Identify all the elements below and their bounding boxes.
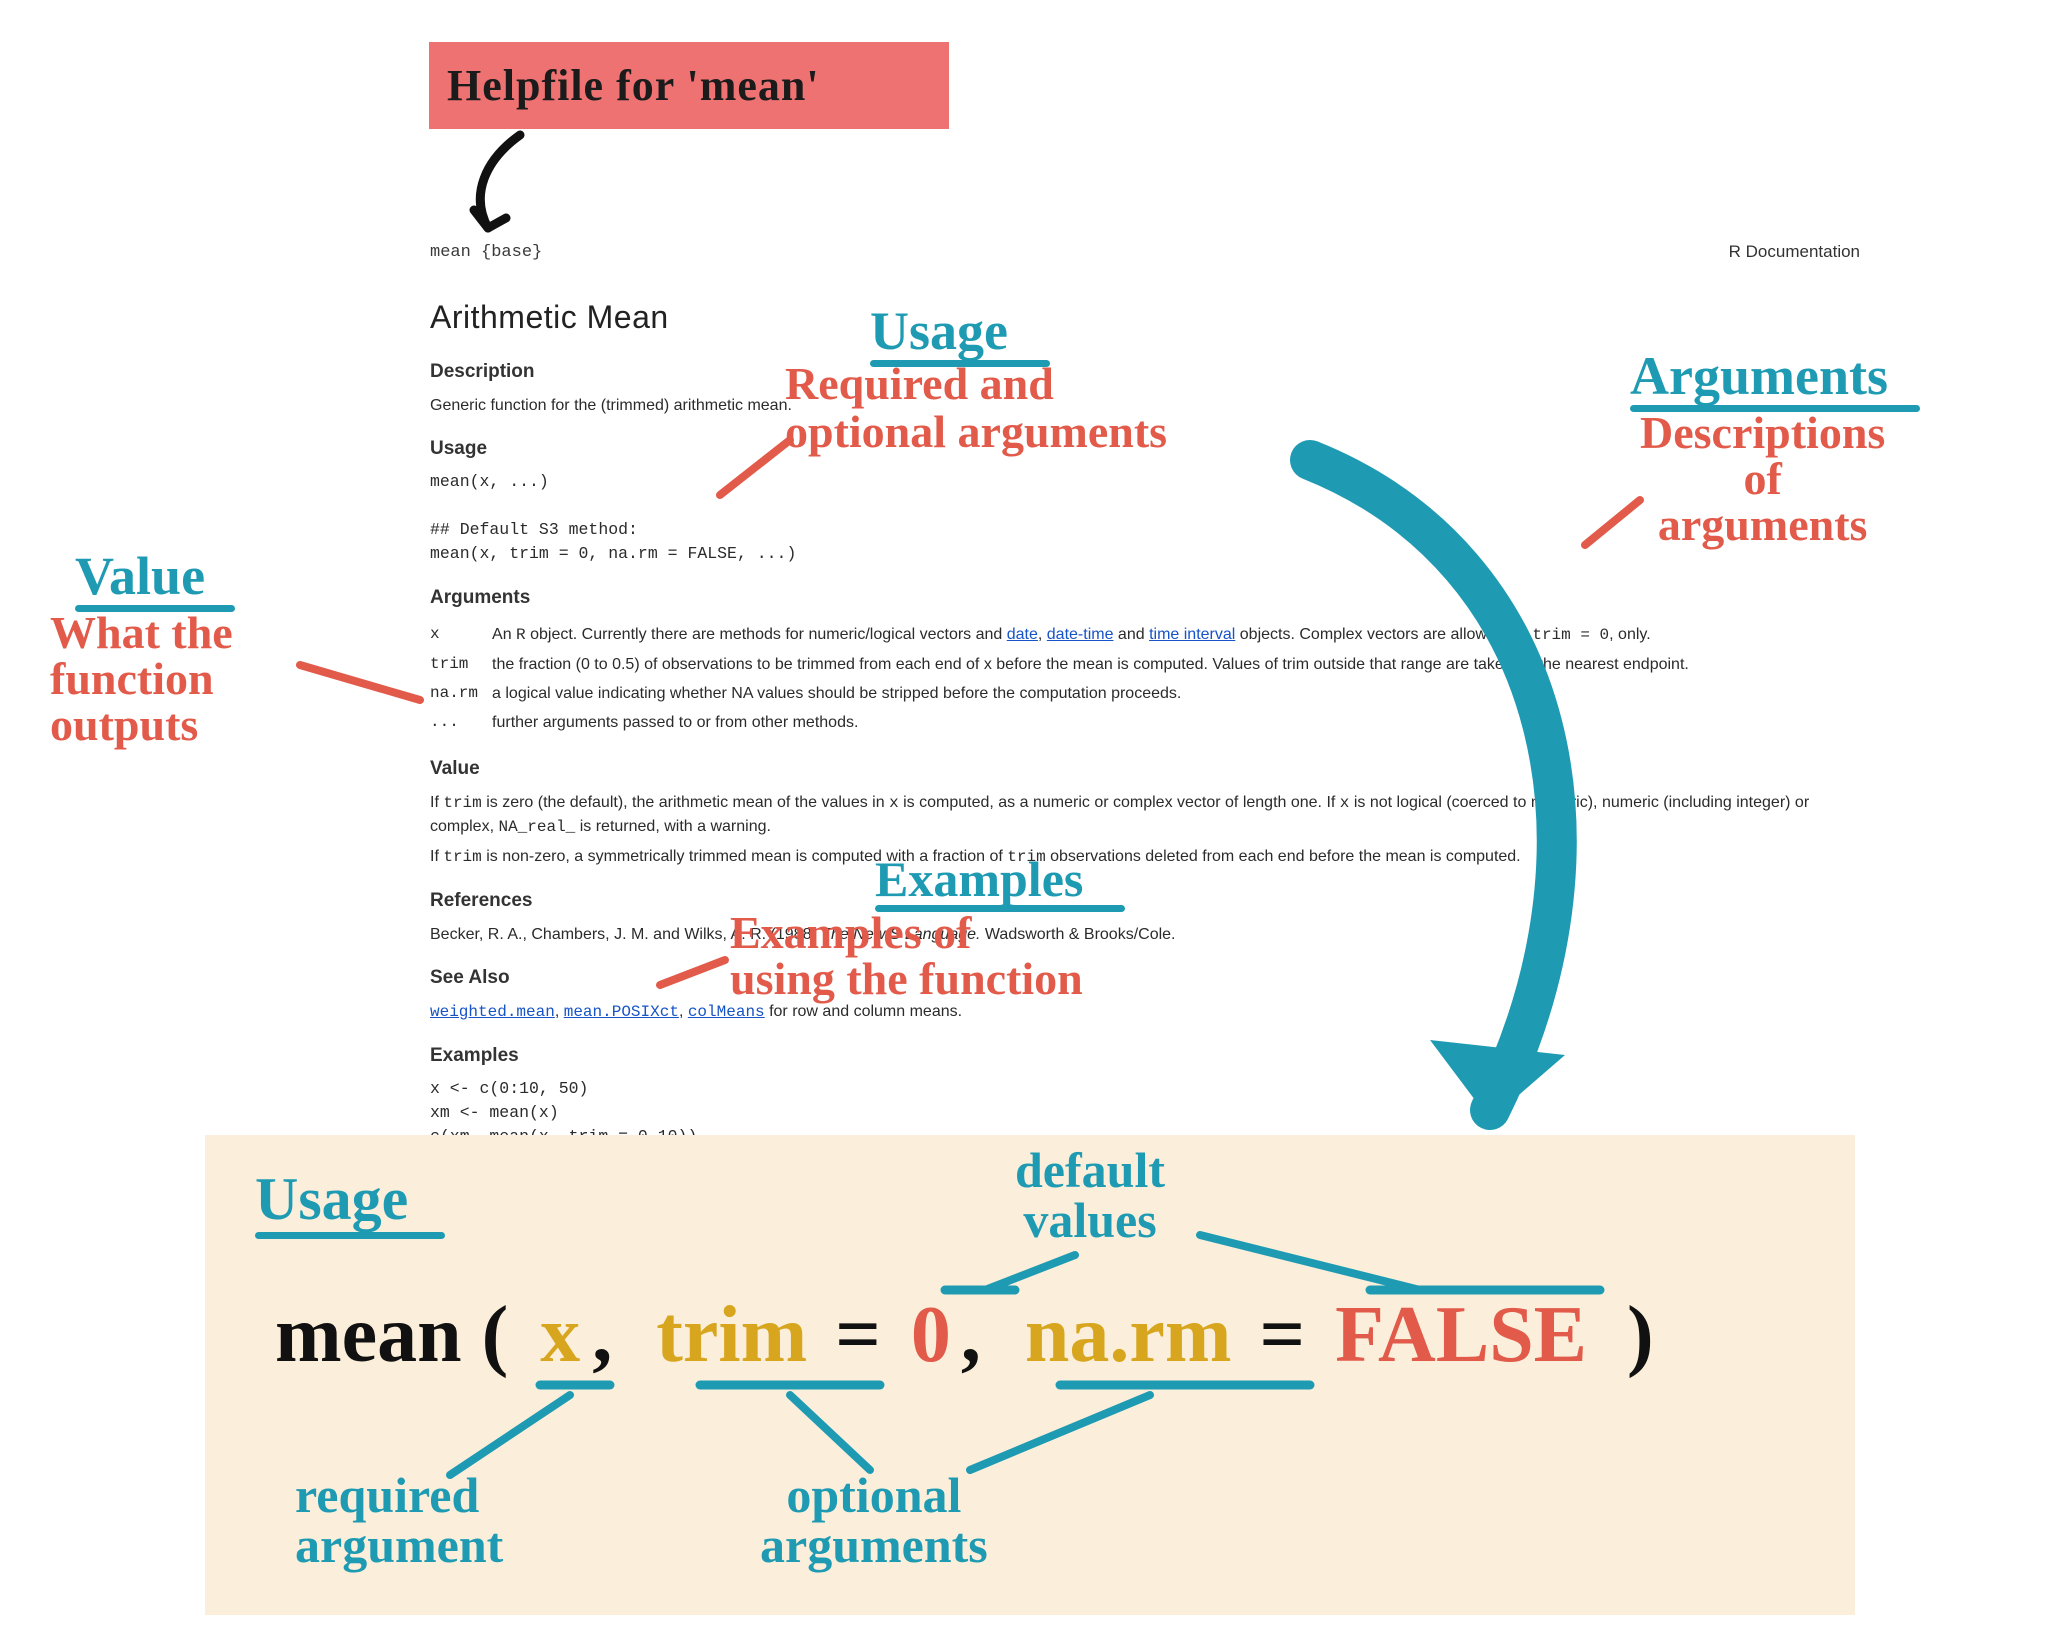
r-documentation-label: R Documentation <box>1729 240 1860 265</box>
usage-code: mean(x, ...) ## Default S3 method: mean(… <box>430 470 1860 566</box>
arg-desc: further arguments passed to or from othe… <box>492 708 1703 737</box>
table-row: x An R object. Currently there are metho… <box>430 620 1703 650</box>
seealso-text: weighted.mean, mean.POSIXct, colMeans fo… <box>430 1000 1860 1024</box>
section-arguments: Arguments <box>430 584 1860 612</box>
breadcrumb: mean {base} <box>430 243 542 262</box>
table-row: na.rm a logical value indicating whether… <box>430 679 1703 708</box>
ann-value-sub: What the function outputs <box>50 610 233 748</box>
references-text: Becker, R. A., Chambers, J. M. and Wilks… <box>430 923 1860 946</box>
banner-text: Helpfile for 'mean' <box>429 42 949 129</box>
table-row: trim the fraction (0 to 0.5) of observat… <box>430 650 1703 679</box>
value-text-1: If trim is zero (the default), the arith… <box>430 791 1860 839</box>
usage-panel <box>205 1135 1855 1615</box>
arg-name: ... <box>430 708 492 737</box>
section-seealso: See Also <box>430 964 1860 992</box>
arg-name: na.rm <box>430 679 492 708</box>
page-title: Arithmetic Mean <box>430 294 1860 340</box>
link-mean-posixct[interactable]: mean.POSIXct <box>564 1003 679 1021</box>
table-row: ... further arguments passed to or from … <box>430 708 1703 737</box>
help-doc: mean {base} R Documentation Arithmetic M… <box>430 240 1860 1155</box>
section-usage: Usage <box>430 435 1860 463</box>
section-references: References <box>430 887 1860 915</box>
section-examples: Examples <box>430 1042 1860 1070</box>
link-weighted-mean[interactable]: weighted.mean <box>430 1003 555 1021</box>
arguments-table: x An R object. Currently there are metho… <box>430 620 1703 738</box>
link-time-interval[interactable]: time interval <box>1149 626 1235 643</box>
ann-value-title: Value <box>75 545 205 607</box>
arg-desc: a logical value indicating whether NA va… <box>492 679 1703 708</box>
arg-desc: An R object. Currently there are methods… <box>492 620 1703 650</box>
arg-name: x <box>430 620 492 650</box>
banner: Helpfile for 'mean' <box>429 42 949 129</box>
arg-name: trim <box>430 650 492 679</box>
arg-desc: the fraction (0 to 0.5) of observations … <box>492 650 1703 679</box>
link-date-time[interactable]: date-time <box>1047 626 1114 643</box>
link-date[interactable]: date <box>1007 626 1038 643</box>
link-colmeans[interactable]: colMeans <box>688 1003 765 1021</box>
section-value: Value <box>430 755 1860 783</box>
value-text-2: If trim is non-zero, a symmetrically tri… <box>430 845 1860 869</box>
section-description: Description <box>430 358 1860 386</box>
